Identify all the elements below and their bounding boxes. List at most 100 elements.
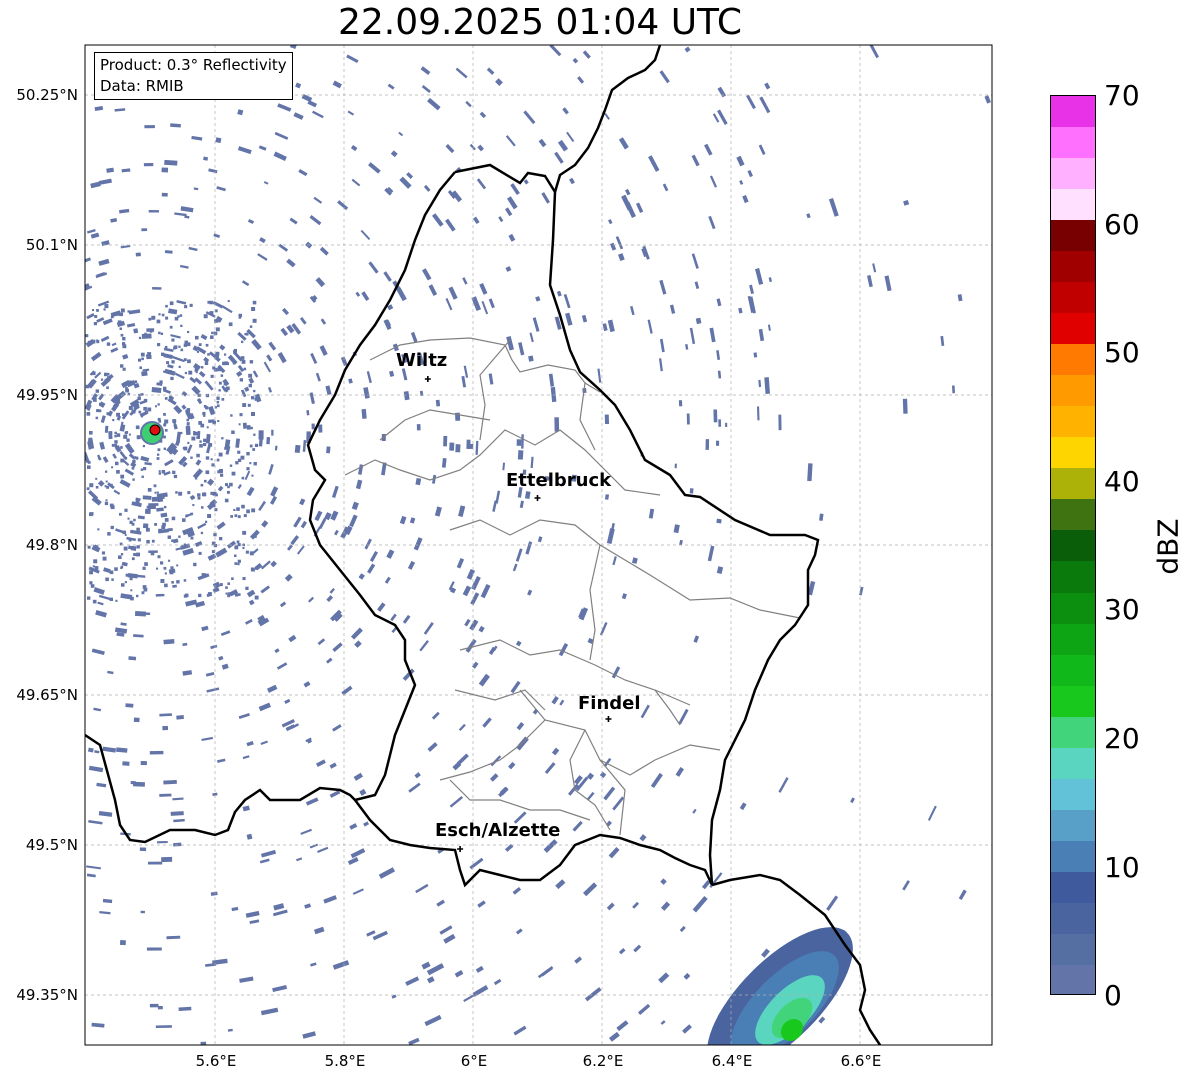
echo-pixel: [106, 342, 111, 346]
echo-pixel: [253, 389, 256, 393]
echo-pixel: [192, 504, 195, 507]
echo-pixel: [178, 491, 183, 496]
echo-pixel: [116, 470, 120, 474]
echo-pixel: [130, 596, 134, 601]
echo-pixel: [105, 499, 108, 502]
echo-pixel: [106, 412, 110, 416]
echo-pixel: [144, 612, 151, 615]
echo-pixel: [169, 325, 173, 329]
echo-pixel: [209, 311, 214, 315]
echo-pixel: [99, 402, 102, 406]
echo-pixel: [115, 599, 118, 602]
lon-label: 6.4°E: [711, 1052, 753, 1070]
echo-pixel: [226, 386, 230, 391]
colorbar-segment: [1051, 592, 1095, 624]
echo-pixel: [686, 413, 690, 425]
echo-pixel: [149, 1003, 159, 1008]
echo-pixel: [104, 304, 109, 309]
echo-pixel: [180, 431, 183, 435]
echo-pixel: [149, 330, 153, 333]
echo-pixel: [180, 348, 184, 352]
echo-pixel: [238, 313, 242, 318]
echo-pixel: [248, 373, 253, 378]
echo-pixel: [169, 301, 174, 306]
echo-pixel: [96, 340, 100, 344]
echo-pixel: [197, 496, 201, 500]
echo-pixel: [163, 386, 167, 391]
echo-pixel: [117, 398, 120, 402]
echo-pixel: [124, 581, 127, 584]
echo-pixel: [118, 555, 122, 559]
echo-pixel: [125, 388, 129, 393]
echo-pixel: [170, 376, 174, 381]
echo-pixel: [155, 593, 163, 597]
echo-pixel: [123, 434, 128, 439]
echo-pixel: [155, 1025, 172, 1029]
echo-pixel: [208, 443, 213, 447]
echo-pixel: [455, 444, 461, 453]
echo-pixel: [158, 313, 161, 316]
echo-pixel: [120, 364, 124, 368]
echo-pixel: [604, 414, 610, 425]
echo-pixel: [115, 461, 119, 466]
echo-pixel: [183, 446, 188, 451]
echo-pixel: [216, 327, 220, 332]
echo-pixel: [140, 761, 147, 766]
echo-pixel: [109, 570, 114, 575]
echo-pixel: [187, 491, 191, 495]
echo-pixel: [215, 493, 218, 497]
echo-pixel: [178, 535, 181, 538]
echo-pixel: [157, 417, 161, 421]
echo-pixel: [87, 596, 91, 600]
echo-pixel: [213, 331, 218, 336]
echo-pixel: [176, 580, 180, 584]
echo-pixel: [158, 331, 161, 335]
echo-pixel: [128, 538, 132, 542]
echo-pixel: [114, 435, 117, 438]
echo-pixel: [164, 429, 168, 432]
echo-pixel: [182, 359, 185, 362]
echo-pixel: [241, 476, 245, 480]
echo-pixel: [87, 461, 91, 464]
echo-pixel: [154, 491, 157, 494]
echo-pixel: [161, 525, 166, 530]
radar-map: [84, 44, 993, 1046]
echo-pixel: [164, 397, 168, 400]
echo-pixel: [253, 462, 257, 466]
colorbar-segment: [1051, 902, 1095, 934]
echo-pixel: [725, 422, 728, 428]
echo-pixel: [163, 423, 167, 427]
echo-pixel: [223, 383, 226, 386]
colorbar-segment: [1051, 778, 1095, 810]
echo-pixel: [150, 551, 155, 556]
colorbar-segment: [1051, 127, 1095, 159]
echo-pixel: [243, 514, 247, 518]
echo-pixel: [158, 528, 162, 533]
colorbar-segment: [1051, 871, 1095, 903]
echo-pixel: [168, 370, 172, 374]
echo-pixel: [326, 446, 331, 454]
echo-pixel: [138, 410, 142, 414]
echo-pixel: [164, 572, 167, 575]
echo-pixel: [114, 440, 118, 444]
echo-pixel: [90, 512, 94, 516]
echo-pixel: [216, 396, 220, 400]
echo-pixel: [249, 444, 253, 448]
echo-pixel: [107, 532, 111, 536]
echo-pixel: [119, 327, 122, 330]
echo-pixel: [140, 352, 145, 357]
echo-pixel: [249, 360, 254, 364]
echo-pixel: [92, 565, 95, 568]
colorbar-segment: [1051, 747, 1095, 779]
echo-pixel: [153, 484, 157, 488]
echo-pixel: [135, 252, 141, 257]
echo-pixel: [245, 550, 249, 554]
colorbar-segment: [1051, 840, 1095, 872]
echo-pixel: [110, 505, 115, 510]
echo-pixel: [89, 570, 93, 575]
echo-pixel: [753, 352, 758, 358]
echo-pixel: [89, 431, 93, 435]
echo-pixel: [139, 847, 147, 852]
echo-pixel: [133, 328, 139, 334]
echo-pixel: [196, 453, 200, 458]
